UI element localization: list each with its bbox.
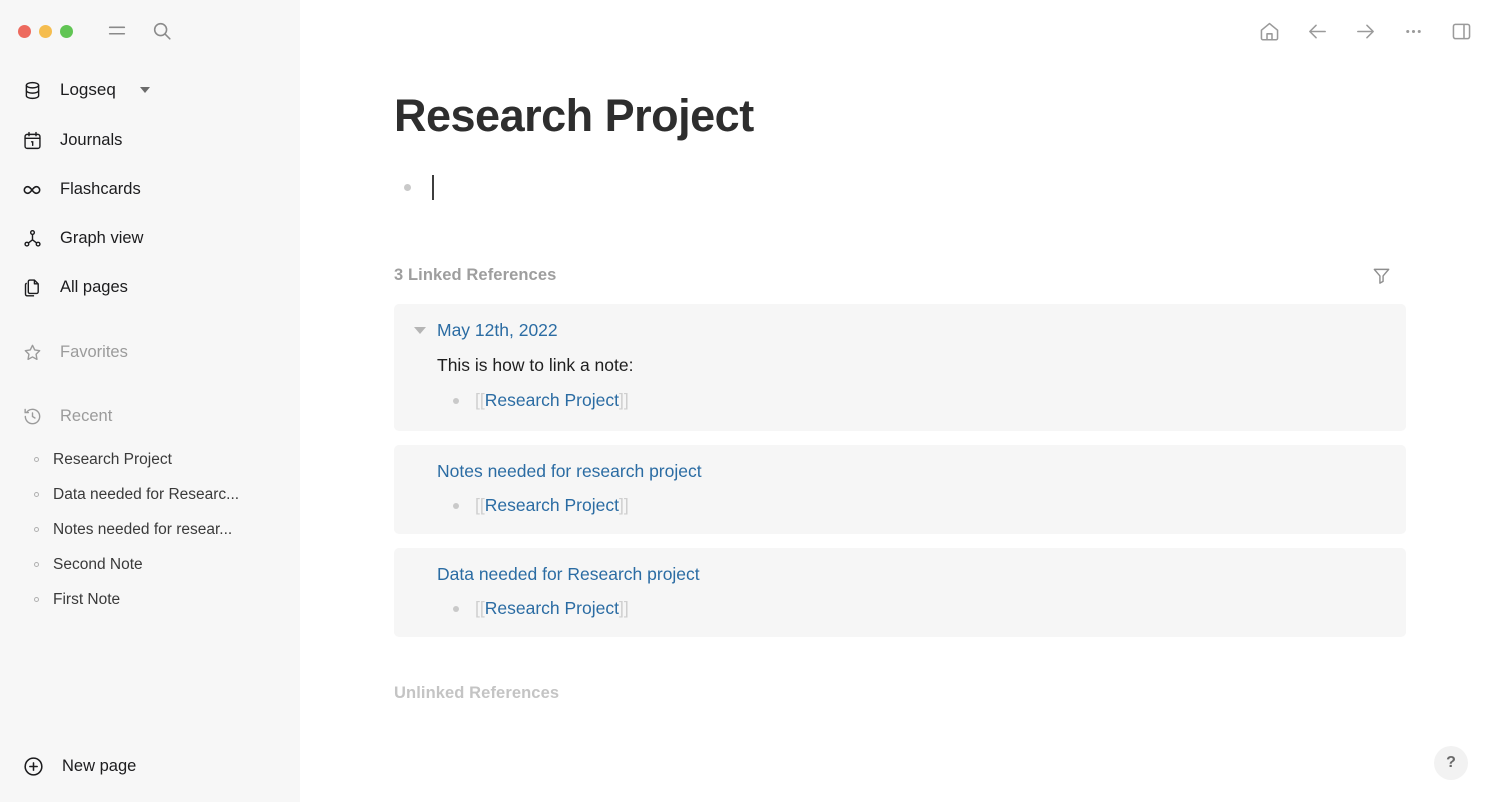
minimize-window-button[interactable] [39,24,52,38]
right-sidebar-toggle-icon[interactable] [1444,14,1478,48]
recent-item-label: Data needed for Researc... [53,485,240,503]
linked-references-header: 3 Linked References [394,262,1406,288]
calendar-icon [21,130,43,152]
reference-child-block: [[Research Project]] [414,598,1386,619]
close-bracket: ]] [618,598,629,619]
sidebar-item-all-pages[interactable]: All pages [0,263,300,312]
sidebar-item-label: Journals [60,131,123,149]
maximize-window-button[interactable] [60,24,73,38]
window-controls[interactable] [18,24,73,38]
reference-source-row: Data needed for Research project [414,564,1386,585]
logseq-app-window: Logseq Journals Flashcards Graph view Al… [0,0,1500,802]
linked-reference-card-0: May 12th, 2022 This is how to link a not… [394,304,1406,432]
open-bracket: [[ [475,598,485,619]
hamburger-menu-icon[interactable] [100,14,134,48]
graph-name-label: Logseq [60,80,116,99]
recent-item-4[interactable]: First Note [0,582,300,617]
plus-circle-icon [21,754,45,778]
reference-source-row: Notes needed for research project [414,461,1386,482]
sidebar-item-flashcards[interactable]: Flashcards [0,165,300,214]
reference-body: This is how to link a note: [[Research P… [414,355,1386,411]
chevron-down-icon[interactable] [139,87,150,93]
open-bracket: [[ [475,495,485,516]
left-sidebar: Logseq Journals Flashcards Graph view Al… [0,0,300,802]
recent-item-label: Notes needed for resear... [53,520,233,538]
bullet-icon[interactable] [453,397,459,404]
new-page-label: New page [62,756,137,775]
close-bracket: ]] [618,495,629,516]
bullet-icon [34,457,39,462]
collapse-triangle-icon[interactable] [414,327,426,335]
recent-item-0[interactable]: Research Project [0,442,300,477]
home-icon[interactable] [1252,14,1286,48]
reference-source-row: May 12th, 2022 [414,320,1386,341]
recent-item-1[interactable]: Data needed for Researc... [0,477,300,512]
reference-source-link[interactable]: May 12th, 2022 [437,320,558,341]
main-content-area: Research Project 3 Linked References May… [300,0,1500,802]
sidebar-item-graph-selector[interactable]: Logseq [0,64,300,116]
linked-references-heading: 3 Linked References [394,265,557,284]
linked-reference-card-1: Notes needed for research project [[Rese… [394,445,1406,535]
sidebar-nav: Logseq Journals Flashcards Graph view Al… [0,62,300,617]
sidebar-section-recent[interactable]: Recent [0,392,300,440]
sidebar-item-label: All pages [60,278,128,296]
linked-reference-card-2: Data needed for Research project [[Resea… [394,548,1406,638]
unlinked-references-heading[interactable]: Unlinked References [394,684,1406,703]
page-reference-link[interactable]: Research Project [485,598,619,619]
bullet-icon[interactable] [453,502,459,509]
open-bracket: [[ [475,390,485,411]
page-content: Research Project 3 Linked References May… [300,90,1500,703]
new-page-button[interactable]: New page [0,730,300,802]
page-title[interactable]: Research Project [394,90,1406,141]
window-titlebar [0,0,300,62]
graph-node-icon [21,228,43,250]
text-cursor [432,174,434,200]
bullet-icon [34,597,39,602]
arrow-left-icon[interactable] [1300,14,1334,48]
sidebar-item-label: Flashcards [60,180,141,198]
recent-item-3[interactable]: Second Note [0,547,300,582]
history-clock-icon [21,405,43,427]
search-icon[interactable] [145,14,179,48]
recent-item-label: Second Note [53,555,143,573]
recent-item-label: First Note [53,590,121,608]
reference-source-link[interactable]: Notes needed for research project [437,461,702,482]
close-window-button[interactable] [18,24,31,38]
reference-source-link[interactable]: Data needed for Research project [437,564,700,585]
page-editor-block[interactable] [394,173,1406,201]
filter-funnel-icon[interactable] [1368,262,1394,288]
bullet-icon[interactable] [453,605,459,612]
close-bracket: ]] [618,390,629,411]
star-icon [21,341,43,363]
sidebar-section-label: Recent [60,406,113,425]
bullet-icon [34,527,39,532]
pages-copy-icon [21,277,43,299]
more-horizontal-icon[interactable] [1396,14,1430,48]
sidebar-section-label: Favorites [60,342,128,361]
reference-child-block: [[Research Project]] [414,495,1386,516]
help-button[interactable]: ? [1434,746,1468,780]
page-reference-link[interactable]: Research Project [485,390,619,411]
infinity-icon [21,179,43,201]
reference-child-block: [[Research Project]] [437,390,1386,411]
recent-items-list: Research Project Data needed for Researc… [0,440,300,617]
page-reference-link[interactable]: Research Project [485,495,619,516]
bullet-icon[interactable] [404,183,411,191]
recent-item-label: Research Project [53,450,172,468]
sidebar-section-favorites[interactable]: Favorites [0,328,300,376]
top-toolbar [300,0,1500,62]
arrow-right-icon[interactable] [1348,14,1382,48]
bullet-icon [34,492,39,497]
sidebar-item-label: Graph view [60,229,144,247]
sidebar-item-graph-view[interactable]: Graph view [0,214,300,263]
reference-body-text[interactable]: This is how to link a note: [437,355,1386,376]
bullet-icon [34,562,39,567]
database-icon [21,79,43,101]
recent-item-2[interactable]: Notes needed for resear... [0,512,300,547]
sidebar-item-journals[interactable]: Journals [0,116,300,165]
